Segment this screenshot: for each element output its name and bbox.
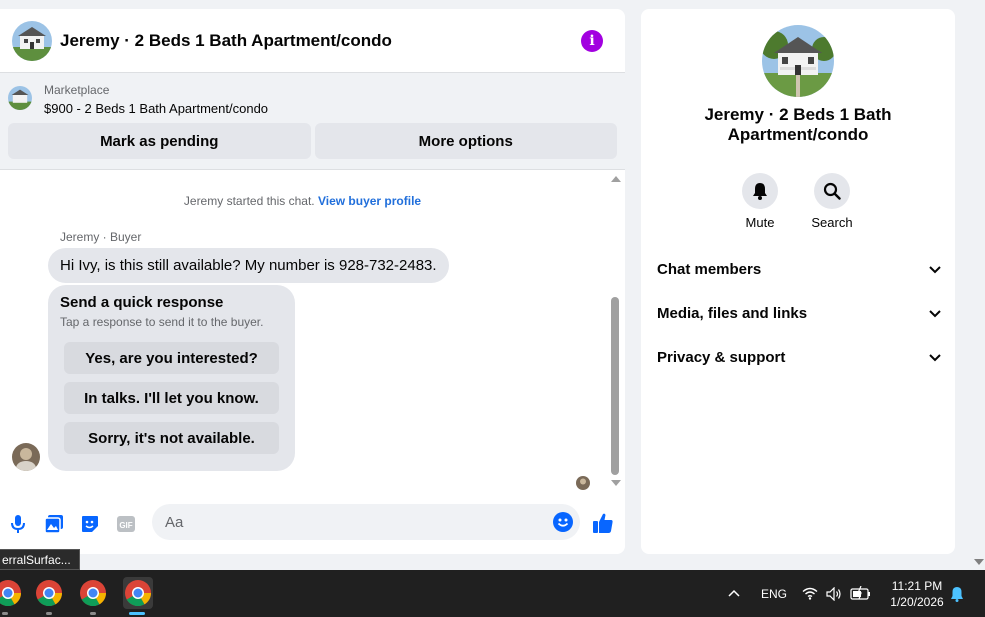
chevron-down-icon: [929, 353, 941, 361]
profile-photo[interactable]: [762, 25, 834, 97]
mute-label: Mute: [745, 215, 775, 230]
conversation-info-panel: Jeremy · 2 Beds 1 Bath Apartment/condo M…: [641, 9, 955, 554]
section-chat-members[interactable]: Chat members: [657, 261, 941, 278]
battery-icon[interactable]: [850, 586, 872, 600]
chevron-up-icon[interactable]: [728, 589, 740, 597]
section-label: Privacy & support: [657, 349, 786, 366]
section-label: Chat members: [657, 261, 762, 278]
profile-name: Jeremy · 2 Beds 1 Bath Apartment/condo: [704, 105, 892, 144]
search-icon[interactable]: [814, 173, 850, 209]
quick-response-subtitle: Tap a response to send it to the buyer.: [60, 315, 264, 329]
chat-header: Jeremy · 2 Beds 1 Bath Apartment/condo i: [0, 9, 625, 73]
gif-icon[interactable]: GIF: [116, 514, 136, 534]
chat-panel: Jeremy · 2 Beds 1 Bath Apartment/condo i…: [0, 9, 625, 554]
volume-icon[interactable]: [826, 587, 842, 601]
sender-label: Jeremy · Buyer: [60, 230, 142, 244]
chevron-down-icon: [929, 265, 941, 273]
chrome-app-icon[interactable]: [79, 579, 107, 607]
chrome-app-icon[interactable]: [0, 579, 22, 607]
system-clock[interactable]: 11:21 PM 1/20/2026: [880, 578, 954, 610]
emoji-icon[interactable]: [553, 512, 573, 532]
marketplace-bar: Marketplace $900 - 2 Beds 1 Bath Apartme…: [0, 73, 625, 170]
microphone-icon[interactable]: [8, 514, 28, 534]
message-input-placeholder: Aa: [165, 513, 184, 531]
app-indicator: [90, 612, 96, 615]
like-icon[interactable]: [592, 512, 614, 534]
clock-date: 1/20/2026: [890, 595, 944, 609]
quick-response-in-talks-button[interactable]: In talks. I'll let you know.: [64, 382, 279, 414]
mute-action[interactable]: Mute: [730, 173, 790, 230]
language-indicator[interactable]: ENG: [761, 587, 787, 601]
wifi-icon[interactable]: [802, 587, 818, 600]
photo-icon[interactable]: [44, 514, 64, 534]
search-action[interactable]: Search: [802, 173, 862, 230]
message-list: Jeremy started this chat. View buyer pro…: [0, 170, 625, 490]
quick-response-yes-button[interactable]: Yes, are you interested?: [64, 342, 279, 374]
app-indicator: [2, 612, 8, 615]
quick-response-card: Send a quick response Tap a response to …: [48, 285, 295, 471]
bell-icon[interactable]: [742, 173, 778, 209]
buyer-avatar[interactable]: [12, 443, 40, 471]
scroll-down-arrow[interactable]: [611, 480, 621, 486]
sticker-icon[interactable]: [80, 514, 100, 534]
taskbar: ENG 11:21 PM 1/20/2026: [0, 570, 985, 617]
info-icon[interactable]: i: [581, 29, 603, 52]
seen-indicator-avatar: [576, 476, 590, 490]
section-privacy-support[interactable]: Privacy & support: [657, 349, 941, 366]
message-scrollbar[interactable]: [608, 170, 622, 490]
app-indicator: [46, 612, 52, 615]
listing-avatar[interactable]: [12, 20, 52, 61]
quick-response-not-available-button[interactable]: Sorry, it's not available.: [64, 422, 279, 454]
search-label: Search: [811, 215, 853, 230]
taskbar-tooltip: erralSurfac...: [0, 549, 80, 570]
quick-response-title: Send a quick response: [60, 294, 224, 311]
message-composer: GIF Aa: [0, 504, 625, 544]
scroll-thumb[interactable]: [611, 297, 619, 475]
active-app-indicator: [129, 612, 145, 615]
chrome-app-icon-active[interactable]: [123, 577, 153, 609]
clock-time: 11:21 PM: [891, 579, 943, 593]
page-scroll-down-arrow[interactable]: [974, 559, 984, 565]
message-bubble: Hi Ivy, is this still available? My numb…: [48, 248, 449, 283]
listing-price-title[interactable]: $900 - 2 Beds 1 Bath Apartment/condo: [44, 101, 268, 116]
mark-as-pending-button[interactable]: Mark as pending: [8, 123, 311, 159]
listing-thumbnail[interactable]: [8, 86, 32, 110]
marketplace-label: Marketplace: [44, 83, 110, 97]
chat-title[interactable]: Jeremy · 2 Beds 1 Bath Apartment/condo: [60, 31, 581, 51]
page-scrollbar[interactable]: [971, 0, 985, 570]
svg-text:GIF: GIF: [119, 521, 132, 530]
section-label: Media, files and links: [657, 305, 808, 322]
message-input[interactable]: Aa: [152, 504, 580, 540]
notification-bell-icon[interactable]: [950, 586, 964, 602]
chrome-app-icon[interactable]: [35, 579, 63, 607]
scroll-up-arrow[interactable]: [611, 176, 621, 182]
system-message-text: Jeremy started this chat.: [183, 194, 315, 208]
view-buyer-profile-link[interactable]: View buyer profile: [318, 194, 421, 208]
system-message: Jeremy started this chat. View buyer pro…: [0, 194, 605, 208]
chevron-down-icon: [929, 309, 941, 317]
section-media-files-links[interactable]: Media, files and links: [657, 305, 941, 322]
more-options-button[interactable]: More options: [314, 123, 617, 159]
